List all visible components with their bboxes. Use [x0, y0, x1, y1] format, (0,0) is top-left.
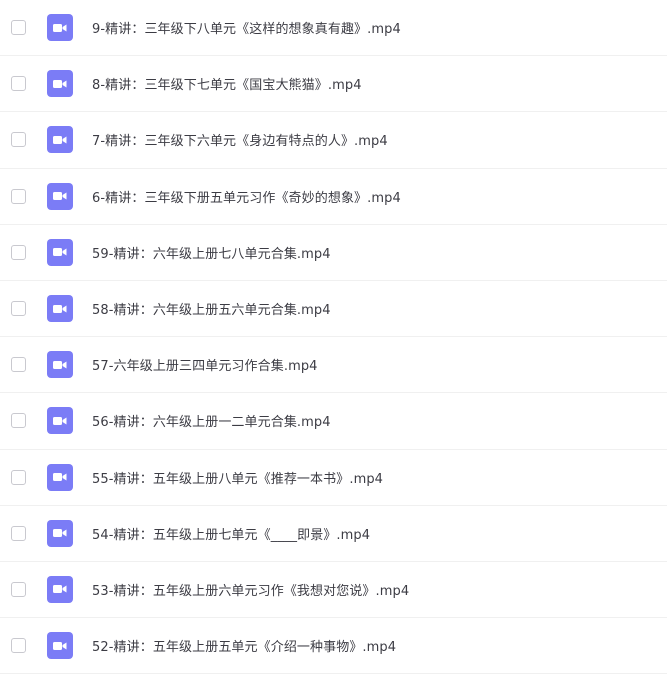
video-file-icon — [47, 463, 73, 491]
video-file-icon — [47, 182, 73, 210]
file-name[interactable]: 58-精讲：六年级上册五六单元合集.mp4 — [92, 299, 331, 318]
select-checkbox[interactable] — [11, 132, 26, 148]
video-file-icon — [47, 575, 73, 603]
select-checkbox[interactable] — [11, 76, 26, 92]
file-list: 9-精讲：三年级下八单元《这样的想象真有趣》.mp4 8-精讲：三年级下七单元《… — [0, 0, 667, 678]
file-name[interactable]: 7-精讲：三年级下六单元《身边有特点的人》.mp4 — [92, 130, 388, 149]
file-name[interactable]: 53-精讲：五年级上册六单元习作《我想对您说》.mp4 — [92, 580, 409, 599]
file-name[interactable]: 55-精讲：五年级上册八单元《推荐一本书》.mp4 — [92, 468, 383, 487]
video-file-icon — [47, 14, 73, 42]
select-checkbox[interactable] — [11, 581, 26, 597]
file-name[interactable]: 52-精讲：五年级上册五单元《介绍一种事物》.mp4 — [92, 636, 396, 655]
select-checkbox[interactable] — [11, 357, 26, 373]
file-name[interactable]: 8-精讲：三年级下七单元《国宝大熊猫》.mp4 — [92, 74, 362, 93]
select-checkbox[interactable] — [11, 469, 26, 485]
select-checkbox[interactable] — [11, 244, 26, 260]
video-file-icon — [47, 351, 73, 379]
file-row[interactable]: 6-精讲：三年级下册五单元习作《奇妙的想象》.mp4 — [0, 169, 667, 225]
file-row[interactable]: 57-六年级上册三四单元习作合集.mp4 — [0, 337, 667, 394]
file-row[interactable]: 9-精讲：三年级下八单元《这样的想象真有趣》.mp4 — [0, 0, 667, 57]
select-checkbox[interactable] — [11, 525, 26, 541]
video-file-icon — [47, 126, 73, 154]
select-checkbox[interactable] — [11, 413, 26, 429]
select-checkbox[interactable] — [11, 188, 26, 204]
file-row[interactable]: 8-精讲：三年级下七单元《国宝大熊猫》.mp4 — [0, 56, 667, 113]
file-row[interactable]: 58-精讲：六年级上册五六单元合集.mp4 — [0, 281, 667, 338]
select-checkbox[interactable] — [11, 20, 26, 36]
file-name[interactable]: 56-精讲：六年级上册一二单元合集.mp4 — [92, 411, 331, 430]
file-row[interactable]: 54-精讲：五年级上册七单元《____即景》.mp4 — [0, 506, 667, 562]
file-name[interactable]: 59-精讲：六年级上册七八单元合集.mp4 — [92, 243, 331, 262]
video-file-icon — [47, 407, 73, 435]
video-file-icon — [47, 70, 73, 98]
file-row[interactable]: 55-精讲：五年级上册八单元《推荐一本书》.mp4 — [0, 450, 667, 506]
select-checkbox[interactable] — [11, 638, 26, 654]
video-file-icon — [47, 519, 73, 547]
file-row[interactable]: 56-精讲：六年级上册一二单元合集.mp4 — [0, 393, 667, 450]
select-checkbox[interactable] — [11, 301, 26, 317]
file-name[interactable]: 6-精讲：三年级下册五单元习作《奇妙的想象》.mp4 — [92, 187, 401, 206]
file-name[interactable]: 57-六年级上册三四单元习作合集.mp4 — [92, 355, 318, 374]
file-name[interactable]: 54-精讲：五年级上册七单元《____即景》.mp4 — [92, 524, 370, 543]
file-name[interactable]: 9-精讲：三年级下八单元《这样的想象真有趣》.mp4 — [92, 18, 401, 37]
video-file-icon — [47, 238, 73, 266]
file-row[interactable]: 7-精讲：三年级下六单元《身边有特点的人》.mp4 — [0, 112, 667, 169]
video-file-icon — [47, 295, 73, 323]
file-row[interactable]: 52-精讲：五年级上册五单元《介绍一种事物》.mp4 — [0, 618, 667, 675]
file-row[interactable]: 59-精讲：六年级上册七八单元合集.mp4 — [0, 225, 667, 281]
file-row[interactable]: 53-精讲：五年级上册六单元习作《我想对您说》.mp4 — [0, 562, 667, 619]
video-file-icon — [47, 632, 73, 660]
